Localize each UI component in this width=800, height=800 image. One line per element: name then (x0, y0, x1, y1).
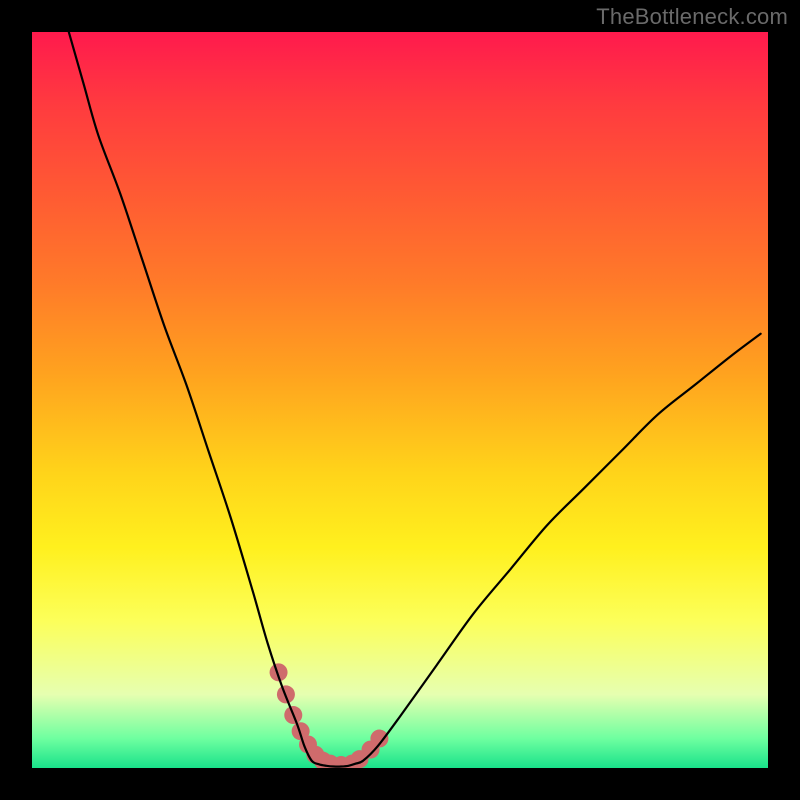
watermark-text: TheBottleneck.com (596, 4, 788, 30)
plot-area (32, 32, 768, 768)
curve-layer (32, 32, 768, 768)
chart-frame: TheBottleneck.com (0, 0, 800, 800)
trough-markers (270, 663, 389, 768)
bottleneck-curve (69, 32, 761, 767)
